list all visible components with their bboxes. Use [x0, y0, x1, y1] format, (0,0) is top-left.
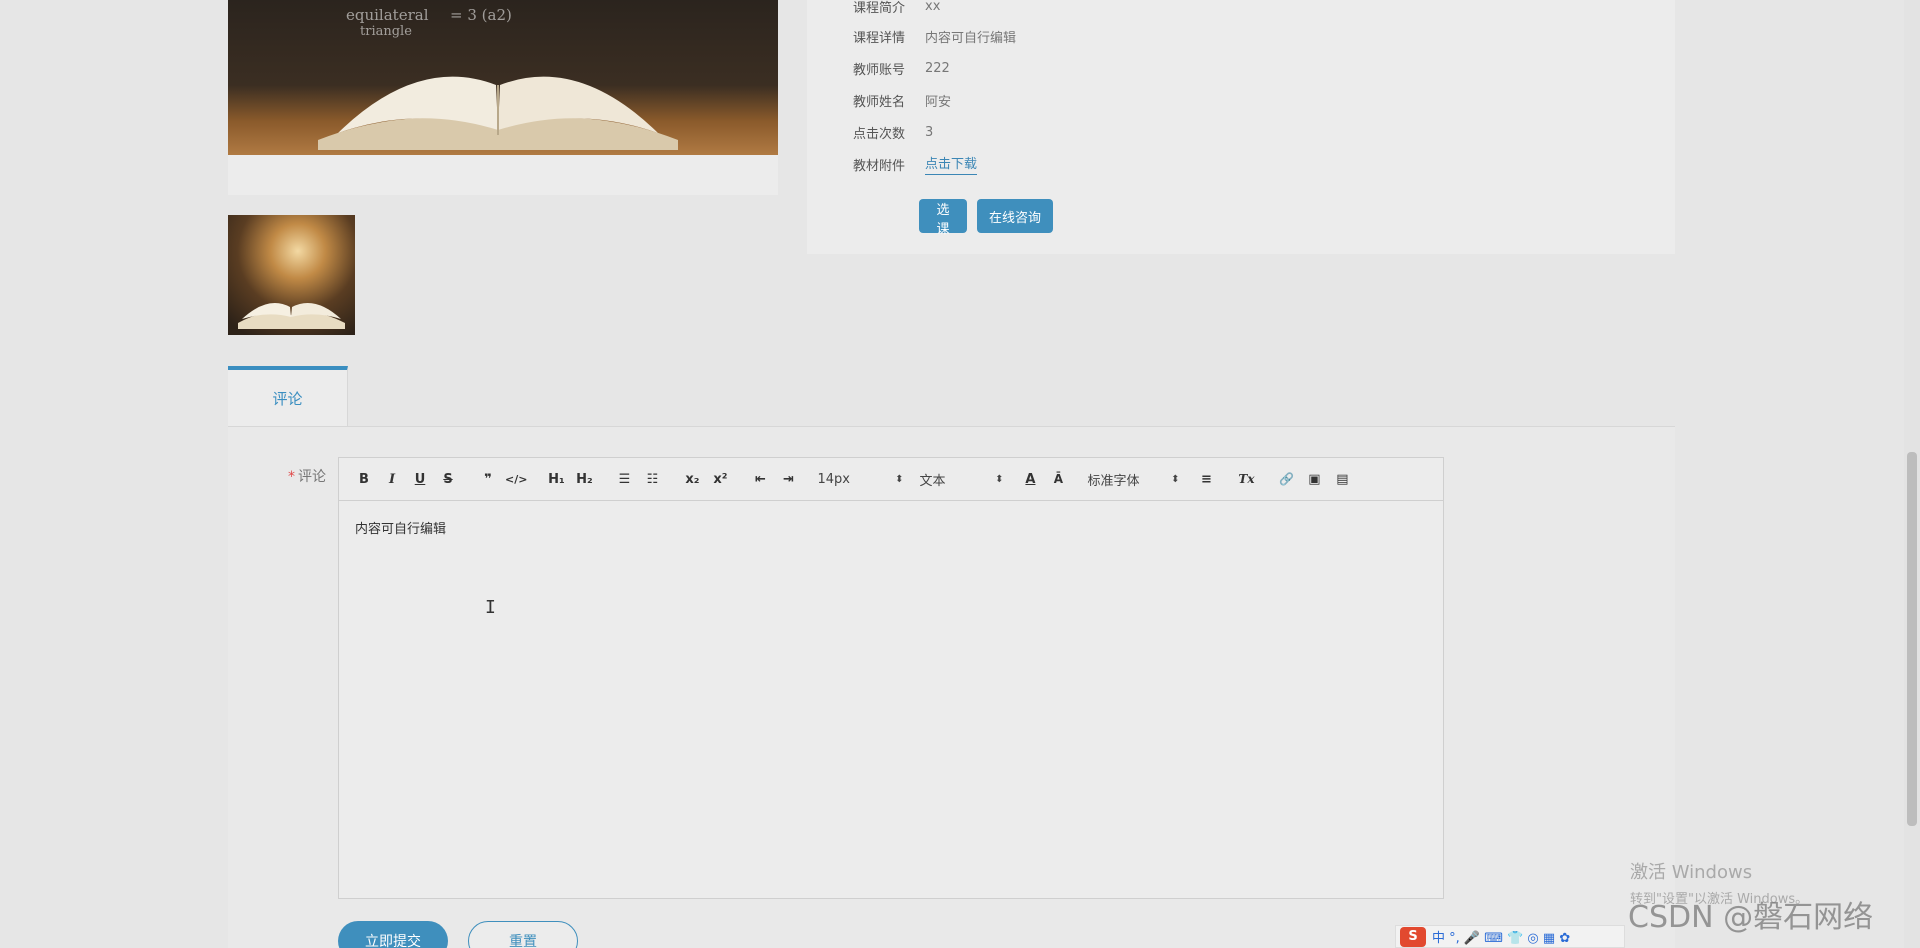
- page-scrollbar-thumb[interactable]: [1907, 452, 1917, 826]
- course-main-image: equilateral triangle = 3 (a2): [228, 0, 778, 195]
- comment-label: * 评论: [288, 466, 326, 486]
- video-icon[interactable]: ▤: [1331, 467, 1353, 491]
- course-image-art: equilateral triangle = 3 (a2): [228, 0, 778, 155]
- info-row-attachment: 教材附件 点击下载: [853, 153, 978, 175]
- page: equilateral triangle = 3 (a2) 课程简介 xx 课程…: [0, 0, 1920, 948]
- editor-toolbar: B I U S ❞ </> H₁ H₂ ☰ ☷ x₂ x² ⇤ ⇥ 14px ⬍: [339, 458, 1443, 501]
- outdent-icon[interactable]: ⇤: [749, 467, 771, 491]
- info-label: 教师账号: [853, 62, 906, 78]
- info-value: 3: [925, 124, 934, 140]
- required-mark: *: [288, 469, 295, 485]
- link-icon[interactable]: 🔗: [1275, 467, 1297, 491]
- font-size-value: 14px: [817, 471, 850, 487]
- rich-text-editor: B I U S ❞ </> H₁ H₂ ☰ ☷ x₂ x² ⇤ ⇥ 14px ⬍: [338, 457, 1444, 899]
- code-block-icon[interactable]: </>: [505, 467, 527, 491]
- download-link[interactable]: 点击下载: [925, 153, 978, 175]
- select-arrow-icon: ⬍: [1171, 473, 1180, 485]
- select-arrow-icon: ⬍: [895, 473, 904, 485]
- info-row-teacher-account: 教师账号 222: [853, 58, 950, 78]
- header-value: 文本: [919, 473, 946, 489]
- background-color-icon[interactable]: Ā: [1047, 467, 1069, 491]
- course-info-panel: 课程简介 xx 课程详情 内容可自行编辑 教师账号 222 教师姓名 阿安 点击…: [807, 0, 1675, 254]
- sogou-logo-icon[interactable]: S: [1400, 926, 1426, 947]
- comment-section: 评论 * 评论 B I U S ❞ </> H₁ H₂ ☰ ☷ x₂ x² ⇤ ⇥: [228, 366, 1675, 948]
- subscript-button[interactable]: x₂: [681, 467, 703, 491]
- strike-button[interactable]: S: [437, 467, 459, 491]
- csdn-watermark: CSDN @磐石网络: [1628, 900, 1874, 935]
- info-row-click-count: 点击次数 3: [853, 122, 933, 142]
- info-value: xx: [925, 0, 941, 14]
- superscript-button[interactable]: x²: [709, 467, 731, 491]
- reset-button[interactable]: 重置: [468, 921, 578, 948]
- font-family-value: 标准字体: [1087, 473, 1140, 489]
- info-row-teacher-name: 教师姓名 阿安: [853, 90, 951, 110]
- text-color-icon[interactable]: A: [1019, 467, 1041, 491]
- online-consult-button[interactable]: 在线咨询: [977, 199, 1053, 233]
- clean-format-icon[interactable]: Tx: [1235, 467, 1257, 491]
- board-text: triangle: [360, 24, 412, 39]
- comment-label-text: 评论: [298, 469, 326, 485]
- italic-button[interactable]: I: [381, 467, 403, 491]
- text-cursor-icon: I: [485, 597, 496, 618]
- font-family-select[interactable]: 标准字体 ⬍: [1087, 467, 1179, 491]
- info-label: 教材附件: [853, 158, 906, 174]
- font-size-select[interactable]: 14px ⬍: [817, 467, 903, 491]
- info-row-detail: 课程详情 内容可自行编辑: [853, 26, 1016, 46]
- indent-icon[interactable]: ⇥: [777, 467, 799, 491]
- bullet-list-icon[interactable]: ☷: [641, 467, 663, 491]
- info-value: 内容可自行编辑: [925, 30, 1017, 46]
- activation-title: 激活 Windows: [1630, 862, 1753, 883]
- board-text: equilateral: [346, 6, 429, 24]
- ime-status-icons[interactable]: 中 °, 🎤 ⌨ 👕 ◎ ▦ ✿: [1432, 927, 1570, 946]
- select-arrow-icon: ⬍: [995, 473, 1004, 485]
- image-icon[interactable]: ▣: [1303, 467, 1325, 491]
- tab-comments[interactable]: 评论: [228, 366, 348, 426]
- open-book-illustration: [318, 76, 678, 150]
- ordered-list-icon[interactable]: ☰: [613, 467, 635, 491]
- header-select[interactable]: 文本 ⬍: [919, 467, 1003, 491]
- info-label: 课程简介: [853, 0, 906, 16]
- bold-button[interactable]: B: [353, 467, 375, 491]
- header-2-button[interactable]: H₂: [573, 467, 595, 491]
- board-text: = 3 (a2): [450, 6, 512, 24]
- info-label: 课程详情: [853, 30, 906, 46]
- select-course-button[interactable]: 选课: [919, 199, 967, 237]
- thumbnail-book-illustration: [238, 303, 345, 329]
- editor-content[interactable]: 内容可自行编辑: [355, 518, 446, 537]
- tab-bar: 评论: [228, 366, 1675, 427]
- info-value: 阿安: [925, 94, 952, 110]
- underline-button[interactable]: U: [409, 467, 431, 491]
- info-label: 点击次数: [853, 126, 906, 142]
- align-icon[interactable]: ≡: [1195, 467, 1217, 491]
- ime-toolbar[interactable]: S 中 °, 🎤 ⌨ 👕 ◎ ▦ ✿: [1395, 925, 1625, 948]
- info-row-intro: 课程简介 xx: [853, 0, 940, 16]
- header-1-button[interactable]: H₁: [545, 467, 567, 491]
- submit-button[interactable]: 立即提交: [338, 921, 448, 948]
- blockquote-icon[interactable]: ❞: [477, 467, 499, 491]
- course-thumbnail[interactable]: [228, 215, 355, 335]
- info-value: 222: [925, 60, 950, 76]
- info-label: 教师姓名: [853, 94, 906, 110]
